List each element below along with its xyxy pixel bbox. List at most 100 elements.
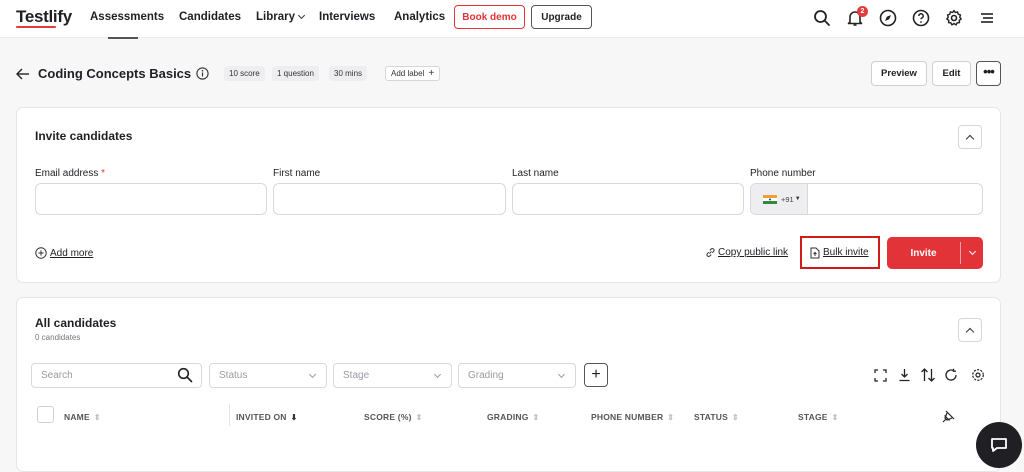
collapse-candidates-button[interactable] (958, 318, 982, 342)
nav-interviews[interactable]: Interviews (319, 11, 375, 23)
table-settings-icon[interactable] (971, 368, 985, 382)
column-name[interactable]: NAME ⇕ (64, 412, 101, 422)
nav-library[interactable]: Library (256, 11, 306, 23)
first-name-field[interactable] (273, 183, 506, 215)
nav-analytics[interactable]: Analytics (394, 11, 445, 23)
country-code: +91 (781, 194, 794, 204)
link-icon (706, 248, 715, 257)
sort-icon: ⇕ (415, 413, 423, 422)
gear-icon[interactable] (945, 9, 963, 27)
candidate-count: 0 candidates (35, 333, 81, 342)
column-stage[interactable]: STAGE ⇕ (798, 412, 839, 422)
search-icon[interactable] (813, 9, 831, 27)
refresh-icon[interactable] (944, 368, 958, 382)
file-upload-icon (810, 247, 820, 258)
column-score[interactable]: SCORE (%) ⇕ (364, 412, 423, 422)
phone-label: Phone number (750, 168, 816, 179)
email-label: Email address * (35, 168, 105, 179)
add-more-label: Add more (50, 247, 94, 259)
plus-icon: + (428, 68, 435, 79)
column-score-label: SCORE (%) (364, 412, 412, 422)
pin-icon[interactable] (942, 410, 955, 423)
last-name-field[interactable] (512, 183, 744, 215)
copy-public-link-button[interactable]: Copy public link (705, 247, 788, 258)
chevron-down-icon (308, 370, 317, 379)
sort-icon: ⇕ (93, 413, 101, 422)
help-icon[interactable] (912, 9, 930, 27)
duration-chip: 30 mins (329, 66, 368, 81)
status-filter-label: Status (219, 370, 248, 381)
chevron-up-icon (965, 134, 975, 143)
back-arrow-icon[interactable] (16, 68, 30, 80)
column-stage-label: STAGE (798, 412, 828, 422)
nav-library-label: Library (256, 11, 295, 23)
invite-candidates-title: Invite candidates (35, 129, 133, 143)
testlify-logo[interactable]: Testlify (16, 7, 72, 28)
country-code-select[interactable]: +91 ▼ (751, 184, 808, 214)
nav-assessments[interactable]: Assessments (90, 11, 164, 39)
info-icon[interactable] (196, 67, 209, 80)
column-phone-number[interactable]: PHONE NUMBER ⇕ (591, 412, 674, 422)
grading-filter[interactable]: Grading (458, 363, 576, 388)
stage-filter-label: Stage (343, 370, 370, 381)
stage-filter[interactable]: Stage (333, 363, 452, 388)
book-demo-button[interactable]: Book demo (454, 5, 525, 29)
column-invited-on-label: INVITED ON (236, 412, 287, 422)
score-chip: 10 score (224, 66, 265, 81)
india-flag-icon (763, 194, 777, 204)
bulk-invite-label: Bulk invite (823, 247, 869, 258)
add-more-button[interactable]: Add more (35, 247, 93, 259)
chevron-down-icon (557, 370, 566, 379)
column-status[interactable]: STATUS ⇕ (694, 412, 739, 422)
column-name-label: NAME (64, 412, 90, 422)
compass-icon[interactable] (879, 9, 897, 27)
sort-arrows-icon[interactable] (920, 368, 936, 382)
questions-chip: 1 question (272, 66, 319, 81)
expand-icon[interactable] (874, 369, 887, 382)
phone-field[interactable]: +91 ▼ (750, 183, 983, 215)
more-dots-icon: ••• (983, 63, 995, 79)
column-invited-on[interactable]: INVITED ON ⬇ (236, 412, 298, 422)
nav-candidates[interactable]: Candidates (179, 11, 241, 23)
add-label-text: Add label (391, 69, 425, 78)
status-filter[interactable]: Status (209, 363, 327, 388)
search-icon[interactable] (177, 367, 193, 383)
column-grading-label: GRADING (487, 412, 529, 422)
invite-button[interactable]: Invite (887, 237, 960, 269)
page-title: Coding Concepts Basics (38, 66, 192, 81)
menu-icon[interactable] (978, 9, 996, 27)
last-name-label: Last name (512, 168, 559, 179)
column-status-label: STATUS (694, 412, 728, 422)
chevron-up-icon (965, 327, 975, 336)
email-label-text: Email address (35, 168, 99, 179)
plus-icon: + (591, 366, 601, 383)
notification-badge: 2 (857, 6, 868, 17)
grading-filter-label: Grading (468, 370, 504, 381)
column-grading[interactable]: GRADING ⇕ (487, 412, 539, 422)
sort-icon: ⇕ (731, 413, 739, 422)
chevron-down-icon (433, 370, 442, 379)
chevron-down-icon (968, 247, 976, 256)
chat-icon (991, 438, 1007, 452)
column-phone-number-label: PHONE NUMBER (591, 412, 664, 422)
email-field[interactable] (35, 183, 267, 215)
column-divider (229, 404, 230, 426)
all-candidates-title: All candidates (35, 316, 117, 330)
upgrade-button[interactable]: Upgrade (531, 5, 592, 29)
select-all-checkbox[interactable] (37, 406, 54, 423)
bulk-invite-button[interactable]: Bulk invite (800, 236, 880, 269)
collapse-invite-button[interactable] (958, 125, 982, 149)
caret-down-icon: ▼ (794, 196, 801, 202)
chat-support-button[interactable] (976, 422, 1022, 468)
add-filter-button[interactable]: + (584, 363, 608, 387)
edit-button[interactable]: Edit (932, 61, 971, 86)
copy-public-link-label: Copy public link (718, 247, 789, 258)
invite-button-group: Invite (887, 237, 983, 269)
invite-options-dropdown[interactable] (961, 237, 983, 269)
download-icon[interactable] (898, 368, 911, 382)
sort-desc-icon: ⬇ (290, 413, 298, 422)
preview-button[interactable]: Preview (871, 61, 927, 86)
top-navigation-bar: Testlify Assessments Candidates Library … (0, 0, 1024, 39)
more-options-button[interactable]: ••• (976, 61, 1001, 86)
add-label-button[interactable]: Add label + (385, 66, 441, 81)
